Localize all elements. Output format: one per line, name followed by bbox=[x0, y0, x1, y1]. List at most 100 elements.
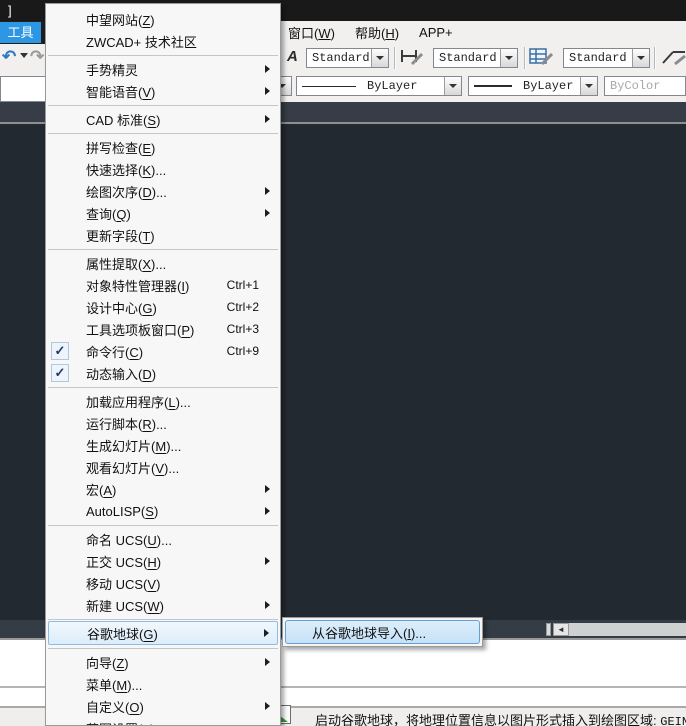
menu-item-label: 动态输入(D) bbox=[86, 366, 157, 382]
menu-item[interactable]: 工具选项板窗口(P) Ctrl+3 bbox=[46, 318, 280, 340]
hscroll-track[interactable] bbox=[569, 623, 686, 636]
menubar-item[interactable]: 窗口(W) bbox=[288, 23, 335, 42]
menu-item-label: 智能语音(V) bbox=[86, 84, 156, 100]
mleader-style-icon[interactable] bbox=[661, 48, 686, 71]
menu-item-label: 对象特性管理器(I) bbox=[86, 278, 190, 294]
submenu-arrow-icon bbox=[265, 557, 270, 565]
menu-item[interactable]: 生成幻灯片(M)... bbox=[46, 434, 280, 456]
menubar-item-tools[interactable]: 工具(T) bbox=[0, 22, 41, 61]
undo-dropdown-icon[interactable] bbox=[20, 53, 28, 58]
linetype-combo[interactable]: ByLayer bbox=[296, 76, 462, 96]
menu-item[interactable]: 快速选择(K)... bbox=[46, 158, 280, 180]
menu-item-label: 命名 UCS(U)... bbox=[86, 532, 172, 548]
menu-item[interactable]: 谷歌地球(G) bbox=[48, 621, 278, 645]
window-title: ] bbox=[8, 3, 12, 18]
dropdown-arrow-icon[interactable] bbox=[500, 49, 517, 67]
menubar-item[interactable]: APP+ bbox=[419, 25, 453, 40]
dropdown-arrow-icon[interactable] bbox=[444, 77, 461, 95]
menu-item-label: 生成幻灯片(M)... bbox=[86, 438, 182, 454]
menubar-item[interactable]: 帮助(H) bbox=[355, 23, 399, 42]
menu-item-label: 加载应用程序(L)... bbox=[86, 394, 191, 410]
status-hint: 启动谷歌地球，将地理位置信息以图片形式插入到绘图区域: GEIN bbox=[315, 710, 686, 726]
submenu-item[interactable]: 从谷歌地球导入(I)... bbox=[285, 620, 480, 644]
lineweight-value: ByLayer bbox=[523, 79, 574, 93]
menu-item[interactable]: 正交 UCS(H) bbox=[46, 550, 280, 572]
menu-item[interactable]: 观看幻灯片(V)... bbox=[46, 456, 280, 478]
menu-item[interactable]: ✓ 命令行(C) Ctrl+9 bbox=[46, 340, 280, 362]
menu-item[interactable]: 向导(Z) bbox=[46, 651, 280, 673]
menu-item[interactable]: 拼写检查(E) bbox=[46, 136, 280, 158]
menu-item[interactable]: 自定义(O) bbox=[46, 695, 280, 717]
submenu-item-label: 从谷歌地球导入(I)... bbox=[312, 625, 427, 641]
menu-item[interactable]: 命名 UCS(U)... bbox=[46, 528, 280, 550]
menu-item-label: 中望网站(Z) bbox=[86, 12, 155, 28]
menu-item-label: 移动 UCS(V) bbox=[86, 576, 161, 592]
submenu-arrow-icon bbox=[265, 65, 270, 73]
submenu-arrow-icon bbox=[264, 629, 269, 637]
dropdown-arrow-icon[interactable] bbox=[632, 49, 649, 67]
tools-menu: 中望网站(Z) ZWCAD+ 技术社区 手势精灵智能语音(V) CAD 标准(S) 拼写… bbox=[45, 3, 281, 726]
dim-style-icon[interactable] bbox=[400, 48, 424, 71]
menu-item[interactable]: 对象特性管理器(I) Ctrl+1 bbox=[46, 274, 280, 296]
menu-item[interactable]: 智能语音(V) bbox=[46, 80, 280, 102]
menu-item[interactable]: 菜单(M)... bbox=[46, 673, 280, 695]
status-command-name: GEIN bbox=[660, 715, 686, 726]
menu-item[interactable]: 查询(Q) bbox=[46, 202, 280, 224]
menu-item[interactable]: 草图设置(F)... bbox=[46, 717, 280, 726]
app-window: ] 工具(T) 窗口(W) 帮助(H) APP+ ↶ ↷ A Standard St… bbox=[0, 0, 686, 726]
table-style-combo[interactable]: Standard bbox=[563, 48, 650, 68]
submenu-arrow-icon bbox=[265, 187, 270, 195]
menu-item-label: 谷歌地球(G) bbox=[87, 626, 158, 642]
text-style-combo[interactable]: Standard bbox=[306, 48, 389, 68]
text-style-icon[interactable]: A bbox=[287, 48, 298, 65]
menu-item-label: CAD 标准(S) bbox=[86, 112, 161, 128]
dim-style-combo[interactable]: Standard bbox=[433, 48, 518, 68]
menu-item-label: 观看幻灯片(V)... bbox=[86, 460, 180, 476]
toolbar-separator bbox=[654, 47, 656, 69]
plot-style-value: ByColor bbox=[610, 79, 661, 93]
text-style-value: Standard bbox=[312, 51, 370, 65]
menu-item-shortcut: Ctrl+3 bbox=[226, 322, 259, 336]
menu-item-label: 菜单(M)... bbox=[86, 677, 143, 693]
plot-style-combo[interactable]: ByColor bbox=[604, 76, 686, 96]
menu-item-label: AutoLISP(S) bbox=[86, 503, 159, 519]
menu-item[interactable]: 绘图次序(D)... bbox=[46, 180, 280, 202]
menu-item[interactable]: 属性提取(X)... bbox=[46, 252, 280, 274]
menu-item[interactable]: 运行脚本(R)... bbox=[46, 412, 280, 434]
menu-item[interactable]: 宏(A) bbox=[46, 478, 280, 500]
menu-item[interactable]: 移动 UCS(V) bbox=[46, 572, 280, 594]
table-style-icon[interactable] bbox=[529, 48, 554, 71]
menu-item-label: ZWCAD+ 技术社区 bbox=[86, 34, 197, 50]
submenu-arrow-icon bbox=[265, 658, 270, 666]
menu-item[interactable]: 新建 UCS(W) bbox=[46, 594, 280, 616]
hscroll-thumb[interactable] bbox=[546, 623, 551, 636]
linetype-value: ByLayer bbox=[367, 79, 418, 93]
menu-item[interactable]: 设计中心(G) Ctrl+2 bbox=[46, 296, 280, 318]
menu-item-label: 命令行(C) bbox=[86, 344, 144, 360]
menu-item-label: 绘图次序(D)... bbox=[86, 184, 167, 200]
menu-item-shortcut: Ctrl+9 bbox=[226, 344, 259, 358]
menu-item[interactable]: CAD 标准(S) bbox=[46, 108, 280, 130]
menu-item-shortcut: Ctrl+2 bbox=[226, 300, 259, 314]
menu-item[interactable]: 手势精灵 bbox=[46, 58, 280, 80]
submenu-arrow-icon bbox=[265, 601, 270, 609]
dropdown-arrow-icon[interactable] bbox=[580, 77, 597, 95]
table-style-value: Standard bbox=[569, 51, 627, 65]
menu-item[interactable]: 中望网站(Z) bbox=[46, 8, 280, 30]
menu-item-label: 手势精灵 bbox=[86, 62, 139, 78]
dropdown-arrow-icon[interactable] bbox=[371, 49, 388, 67]
menu-item[interactable]: 更新字段(T) bbox=[46, 224, 280, 246]
submenu-arrow-icon bbox=[265, 87, 270, 95]
menu-item[interactable]: AutoLISP(S) bbox=[46, 500, 280, 522]
menu-item[interactable]: ✓ 动态输入(D) bbox=[46, 362, 280, 384]
menu-item-label: 草图设置(F)... bbox=[86, 719, 165, 726]
submenu-arrow-icon bbox=[265, 209, 270, 217]
redo-icon[interactable]: ↷ bbox=[30, 47, 44, 67]
hscroll-left-arrow-icon[interactable]: ◄ bbox=[553, 623, 569, 636]
menu-item[interactable]: ZWCAD+ 技术社区 bbox=[46, 30, 280, 52]
status-hint-text: 启动谷歌地球，将地理位置信息以图片形式插入到绘图区域: bbox=[315, 713, 657, 726]
menu-item[interactable]: 加载应用程序(L)... bbox=[46, 390, 280, 412]
lineweight-combo[interactable]: ByLayer bbox=[468, 76, 598, 96]
menu-item-label: 宏(A) bbox=[86, 482, 117, 498]
undo-icon[interactable]: ↶ bbox=[2, 47, 16, 67]
